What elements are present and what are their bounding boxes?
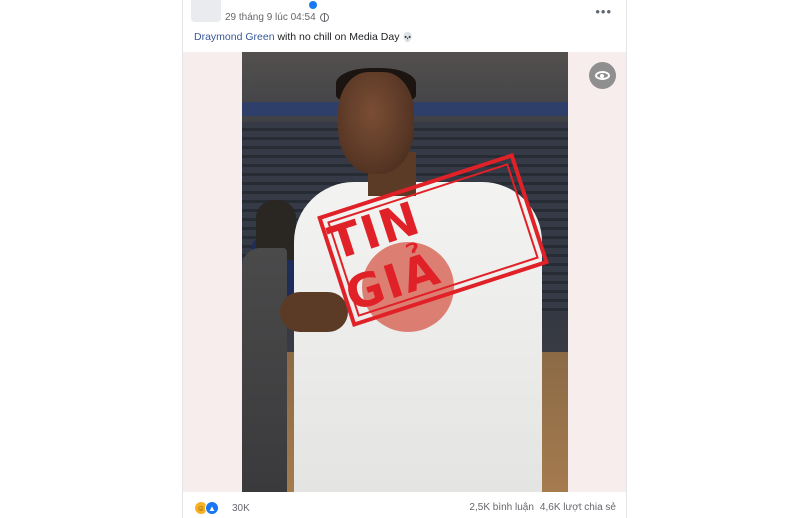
post-footer: ☺ ▲ 30K 2,5K bình luận 4,6K lượt chia sẻ [183,498,626,518]
author-avatar[interactable] [191,0,221,22]
facebook-post: 29 tháng 9 lúc 04:54 ••• Draymond Green … [182,0,627,518]
verified-badge-icon [309,1,317,9]
reaction-count[interactable]: 30K [232,503,250,514]
globe-icon [319,13,329,22]
post-media[interactable]: TIN GIẢ [183,52,626,492]
post-caption: Draymond Green with no chill on Media Da… [194,31,414,43]
post-timestamp[interactable]: 29 tháng 9 lúc 04:54 [225,12,316,23]
like-reaction-icon: ▲ [205,501,219,515]
tagged-profile-link[interactable]: Draymond Green [194,31,275,43]
pointing-arm [280,292,348,332]
shares-count[interactable]: 4,6K lượt chia sẻ [540,502,616,513]
face [338,72,414,174]
comments-count[interactable]: 2,5K bình luận [469,502,534,513]
skull-emoji: 💀 [402,32,414,42]
eye-icon[interactable] [589,62,616,89]
engagement-stats: 2,5K bình luận 4,6K lượt chia sẻ [469,502,616,513]
caption-text: with no chill on Media Day [274,31,403,43]
reactions-summary[interactable]: ☺ ▲ 30K [194,501,250,515]
eye-shape [595,71,610,80]
post-photo[interactable]: TIN GIẢ [242,52,568,492]
post-header: 29 tháng 9 lúc 04:54 ••• [183,0,626,28]
more-options-button[interactable]: ••• [595,4,612,19]
post-meta: 29 tháng 9 lúc 04:54 [225,12,329,23]
person-left-suit [242,248,287,492]
